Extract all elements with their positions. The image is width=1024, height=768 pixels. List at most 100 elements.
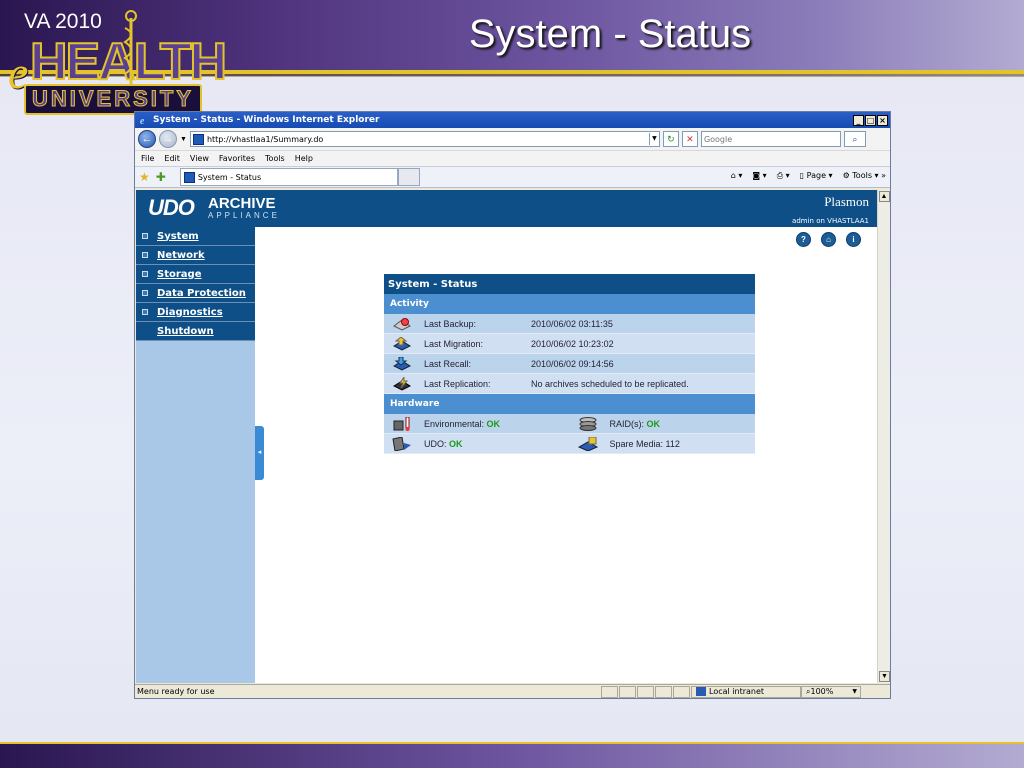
- tab-title: System - Status: [197, 172, 262, 182]
- stop-button[interactable]: ✕: [681, 131, 698, 147]
- home-icon[interactable]: ⌂ ▾: [731, 171, 743, 181]
- thermometer-icon: [393, 416, 410, 431]
- appliance-logo: APPLIANCE: [208, 211, 280, 220]
- page-menu[interactable]: ▯ Page ▾: [800, 171, 833, 181]
- menu-edit[interactable]: Edit: [164, 154, 180, 163]
- menu-view[interactable]: View: [190, 154, 209, 163]
- tab-bar: ★ ✚ System - Status ⌂ ▾ ◙ ▾ ⎙ ▾ ▯ Page ▾…: [135, 166, 890, 188]
- security-zone[interactable]: Local intranet: [691, 685, 801, 698]
- replication-icon: [392, 376, 412, 391]
- status-bar: Menu ready for use Local intranet ⌕ 100%…: [135, 684, 890, 698]
- activity-row: Last Migration: 2010/06/02 10:23:02: [384, 334, 755, 354]
- menu-favorites[interactable]: Favorites: [219, 154, 255, 163]
- help-icon[interactable]: ?: [796, 232, 811, 247]
- address-field[interactable]: http://vhastlaa1/Summary.do ▼: [189, 131, 660, 147]
- history-dropdown-icon[interactable]: ▼: [180, 136, 187, 143]
- search-input[interactable]: Google: [700, 131, 841, 147]
- bullet-icon: [142, 252, 148, 258]
- info-icon[interactable]: i: [846, 232, 861, 247]
- status-cell: [673, 685, 690, 698]
- tools-menu[interactable]: ⚙ Tools ▾ »: [843, 171, 886, 181]
- recall-icon: [392, 356, 412, 371]
- favorites-star-icon[interactable]: ★: [139, 170, 150, 184]
- activity-value: 2010/06/02 10:23:02: [531, 338, 614, 349]
- scroll-up-icon[interactable]: ▲: [878, 191, 890, 202]
- zoom-level: 100%: [810, 687, 834, 696]
- zoom-control[interactable]: ⌕ 100% ▼: [801, 685, 861, 698]
- zone-label: Local intranet: [709, 687, 765, 696]
- address-bar-row: ← → ▼ http://vhastlaa1/Summary.do ▼ ↻ ✕ …: [135, 128, 890, 150]
- sidebar-item-label: System: [157, 230, 199, 242]
- home-icon[interactable]: ⌂: [821, 232, 836, 247]
- hardware-row: Environmental: OK RAID(s): OK: [384, 414, 755, 434]
- sidebar-item-data-protection[interactable]: Data Protection: [136, 284, 255, 303]
- brand-name: Plasmon: [824, 194, 869, 209]
- svg-text:e: e: [140, 116, 145, 126]
- close-button[interactable]: ×: [877, 114, 888, 126]
- activity-row: Last Backup: 2010/06/02 03:11:35: [384, 314, 755, 334]
- panel-title: System - Status: [384, 274, 755, 294]
- maximize-button[interactable]: □: [865, 114, 876, 126]
- spare-media-label: Spare Media:: [609, 438, 664, 449]
- sidebar-item-system[interactable]: System: [136, 227, 255, 246]
- address-dropdown-icon[interactable]: ▼: [648, 133, 659, 145]
- new-tab-button[interactable]: [397, 168, 420, 186]
- feeds-icon[interactable]: ◙ ▾: [752, 171, 766, 181]
- activity-header: Activity: [384, 294, 755, 314]
- bullet-icon: [142, 290, 148, 296]
- sidebar-item-storage[interactable]: Storage: [136, 265, 255, 284]
- udo-drive-icon: [392, 436, 411, 451]
- intranet-icon: [696, 687, 706, 696]
- backup-icon: [393, 317, 411, 331]
- activity-label: Last Replication:: [424, 378, 491, 389]
- sidebar-item-network[interactable]: Network: [136, 246, 255, 265]
- app-header: UDO ARCHIVE APPLIANCE Plasmon admin on V…: [136, 190, 877, 227]
- bullet-icon: [142, 309, 148, 315]
- back-button[interactable]: ←: [138, 130, 156, 148]
- environmental-label: Environmental:: [424, 418, 485, 429]
- ehealth-university-logo: VA 2010 HEALTH e UNIVERSITY: [4, 4, 228, 115]
- forward-button[interactable]: →: [159, 130, 177, 148]
- sidebar: System Network Storage Data Protection D…: [136, 227, 255, 683]
- menu-help[interactable]: Help: [295, 154, 313, 163]
- bullet-icon: [142, 233, 148, 239]
- udo-status: OK: [449, 438, 463, 449]
- page-icon: [192, 133, 204, 145]
- sidebar-item-label: Diagnostics: [157, 306, 223, 318]
- udo-label: UDO:: [424, 438, 447, 449]
- spare-media-count: 112: [665, 438, 680, 449]
- status-cell: [619, 685, 636, 698]
- activity-value: 2010/06/02 09:14:56: [531, 358, 614, 369]
- search-icon[interactable]: ⌕: [843, 131, 866, 147]
- refresh-button[interactable]: ↻: [662, 131, 679, 147]
- status-text: Menu ready for use: [137, 687, 215, 696]
- print-icon[interactable]: ⎙ ▾: [777, 171, 790, 181]
- slide-bottom-band: [0, 744, 1024, 768]
- sidebar-collapse-handle[interactable]: ◂: [255, 426, 264, 480]
- slide-title: System - Status: [468, 12, 752, 56]
- menu-bar: File Edit View Favorites Tools Help: [135, 150, 890, 166]
- sidebar-item-shutdown[interactable]: Shutdown: [136, 322, 255, 341]
- zoom-dropdown-icon: ▼: [852, 688, 857, 695]
- minimize-button[interactable]: _: [853, 114, 864, 126]
- menu-tools[interactable]: Tools: [265, 154, 285, 163]
- hardware-header: Hardware: [384, 394, 755, 414]
- status-cell: [637, 685, 654, 698]
- status-panel: System - Status Activity Last Backup: 20…: [384, 274, 755, 459]
- raid-label: RAID(s):: [609, 418, 645, 429]
- raid-status: OK: [646, 418, 661, 429]
- add-favorites-icon[interactable]: ✚: [156, 170, 166, 184]
- vertical-scrollbar[interactable]: ▲ ▼: [877, 190, 890, 683]
- tab-system-status[interactable]: System - Status: [179, 168, 398, 186]
- user-info: admin on VHASTLAA1: [792, 217, 869, 225]
- activity-label: Last Recall:: [424, 358, 472, 369]
- scroll-down-icon[interactable]: ▼: [879, 671, 890, 682]
- menu-file[interactable]: File: [141, 154, 154, 163]
- sidebar-item-label: Data Protection: [157, 287, 246, 299]
- address-text: http://vhastlaa1/Summary.do: [206, 134, 324, 144]
- raid-icon: [579, 416, 596, 431]
- sidebar-item-label: Network: [157, 249, 205, 261]
- sidebar-item-diagnostics[interactable]: Diagnostics: [136, 303, 255, 322]
- spare-media-icon: [577, 436, 598, 451]
- sidebar-item-label: Storage: [157, 268, 202, 280]
